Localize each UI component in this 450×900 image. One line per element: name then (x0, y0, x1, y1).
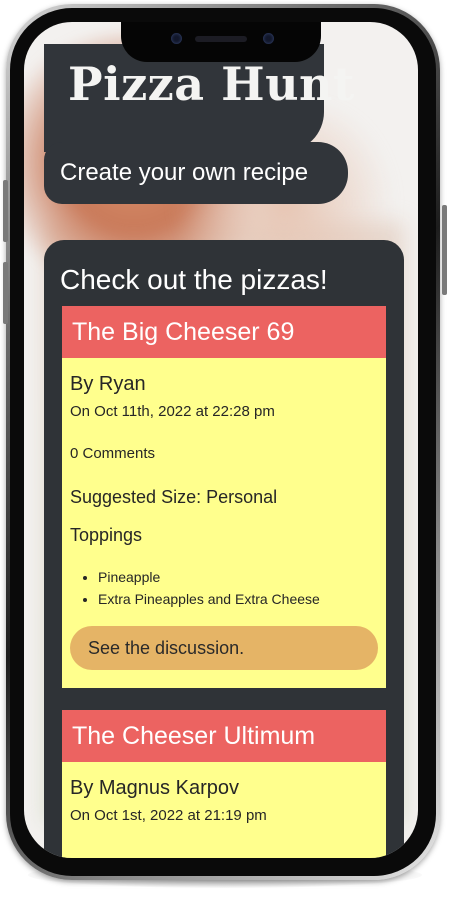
pizza-card-body: By Magnus Karpov On Oct 1st, 2022 at 21:… (62, 762, 386, 826)
pizza-date: On Oct 1st, 2022 at 21:19 pm (70, 807, 267, 824)
phone-side-button (442, 205, 447, 295)
app-logo[interactable]: Pizza Hunt (68, 56, 355, 112)
pizza-date: On Oct 11th, 2022 at 22:28 pm (70, 403, 275, 420)
topping-item: Pineapple (98, 566, 378, 588)
create-recipe-button[interactable]: Create your own recipe (44, 142, 348, 204)
phone-side-button (3, 180, 8, 242)
front-sensor (263, 33, 274, 44)
toppings-heading: Toppings (70, 525, 143, 545)
phone-side-button (3, 262, 8, 324)
comment-count: 0 Comments (70, 445, 156, 462)
phone-screen: Pizza Hunt Create your own recipe Check … (24, 22, 418, 858)
page-content: Pizza Hunt Create your own recipe Check … (24, 22, 418, 858)
earpiece-speaker (195, 36, 247, 42)
pizza-author: By Ryan (70, 373, 146, 395)
pizza-list-panel: Check out the pizzas! The Big Cheeser 69… (44, 240, 404, 858)
phone-notch (121, 22, 321, 62)
pizza-author: By Magnus Karpov (70, 777, 239, 799)
front-camera (171, 33, 182, 44)
topping-item: Extra Pineapples and Extra Cheese (98, 588, 378, 610)
pizza-card: The Big Cheeser 69 By Ryan On Oct 11th, … (62, 306, 386, 688)
suggested-size: Suggested Size: Personal (70, 487, 278, 507)
panel-title: Check out the pizzas! (60, 264, 328, 295)
pizza-card-body: By Ryan On Oct 11th, 2022 at 22:28 pm 0 … (62, 358, 386, 670)
pizza-name[interactable]: The Cheeser Ultimum (62, 710, 386, 762)
pizza-name[interactable]: The Big Cheeser 69 (62, 306, 386, 358)
see-discussion-button[interactable]: See the discussion. (70, 626, 378, 670)
pizza-card: The Cheeser Ultimum By Magnus Karpov On … (62, 710, 386, 858)
toppings-list: Pineapple Extra Pineapples and Extra Che… (70, 566, 378, 610)
